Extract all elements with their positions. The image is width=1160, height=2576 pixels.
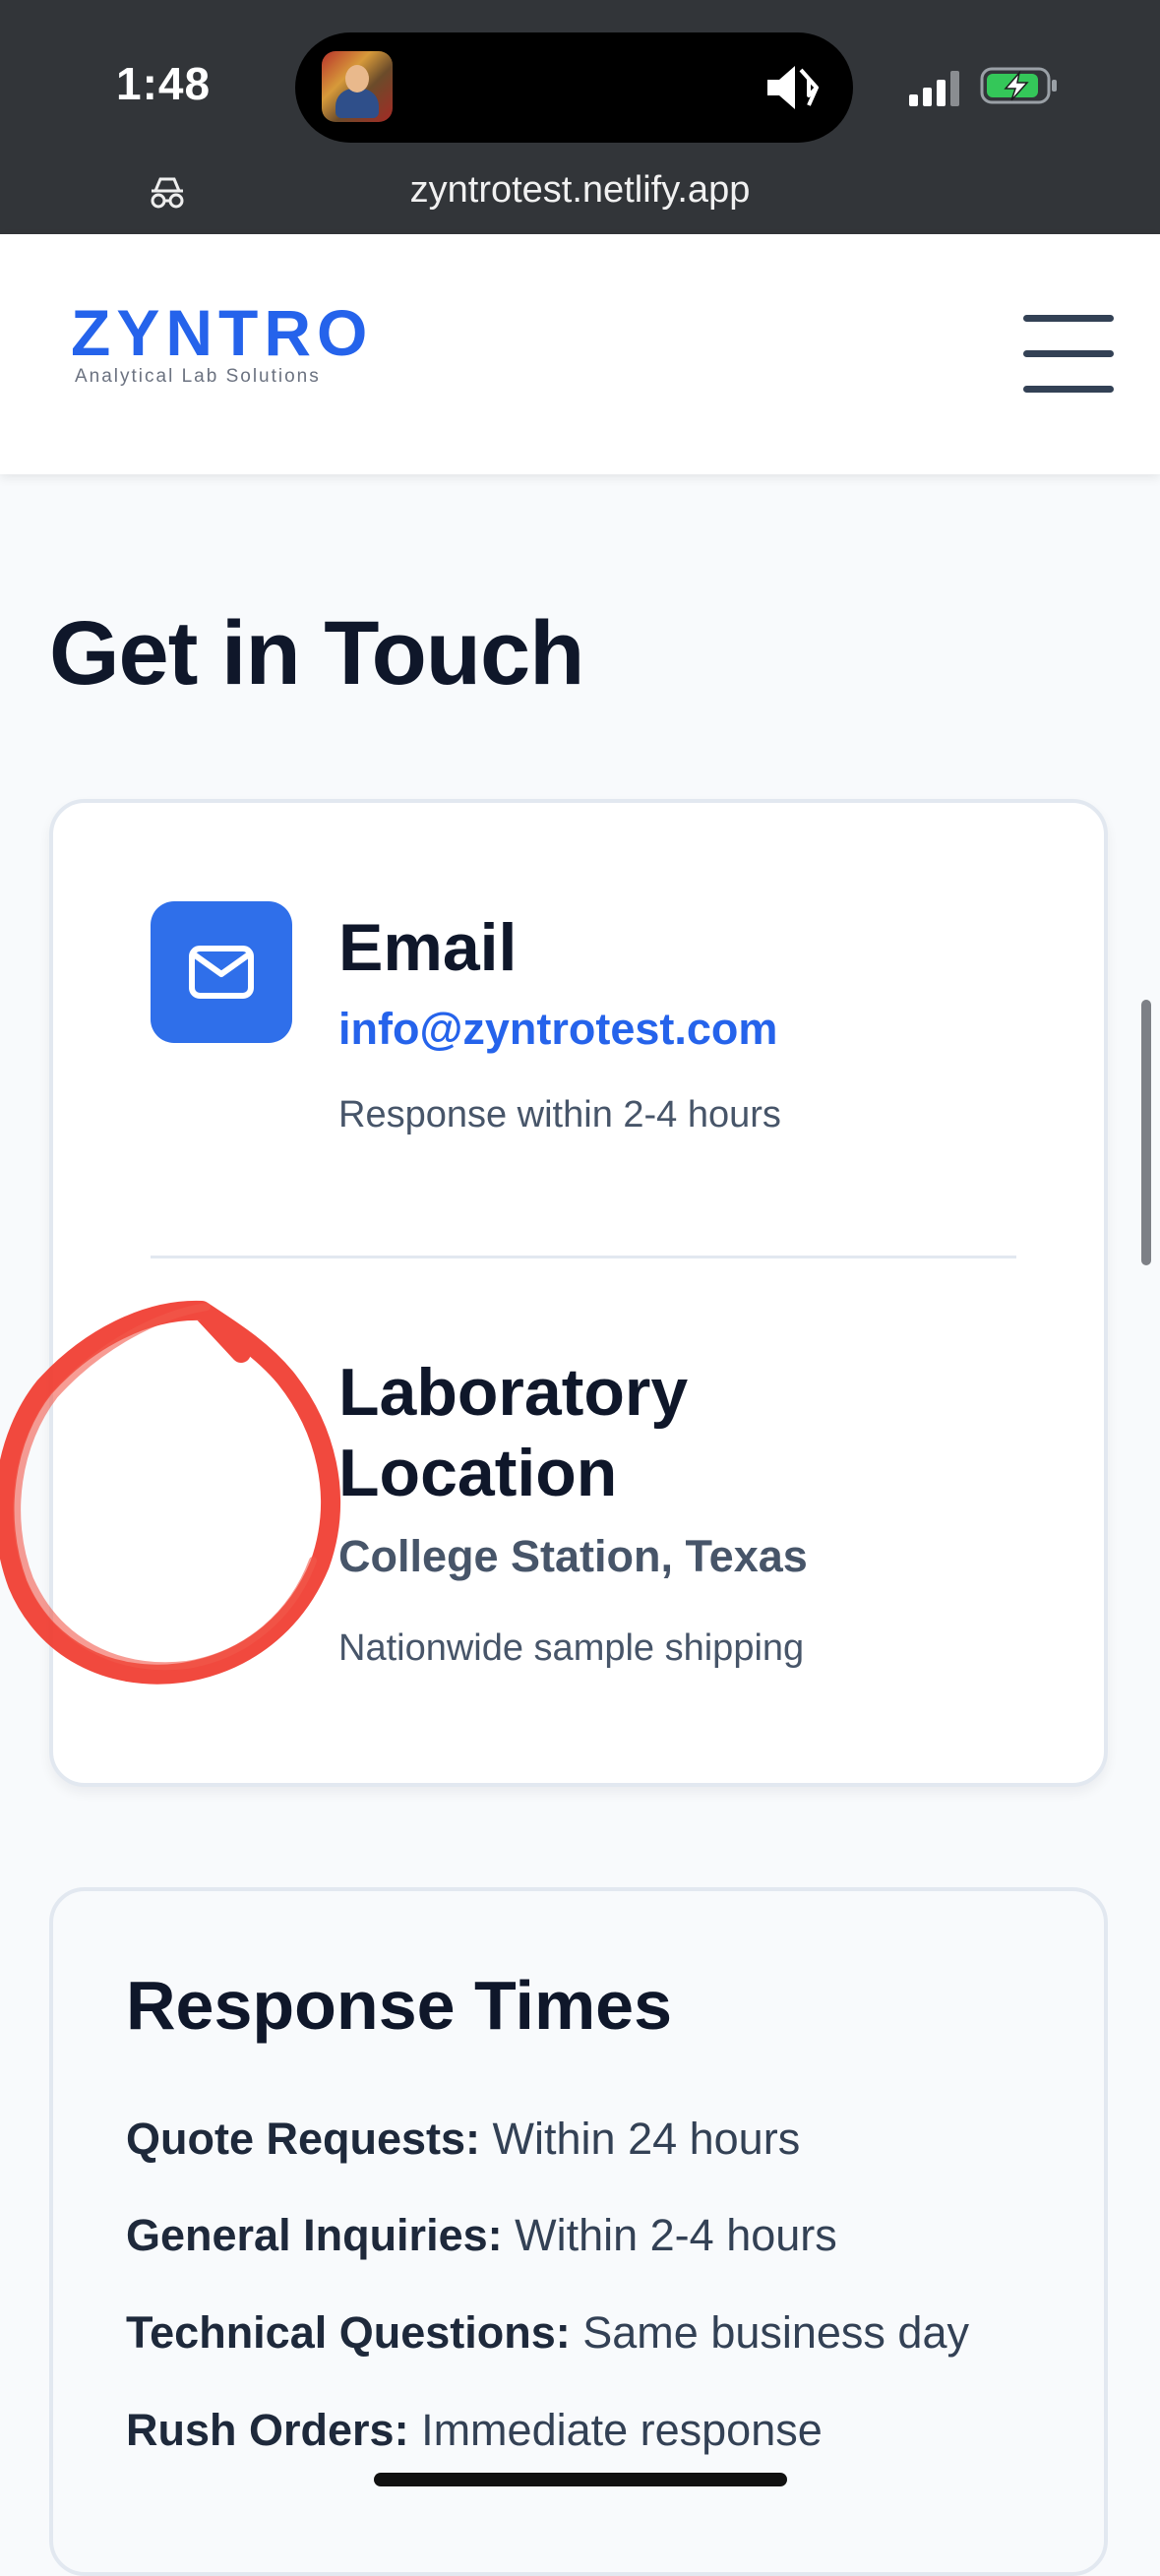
signal-icon xyxy=(909,71,959,106)
scrollbar[interactable] xyxy=(1141,1000,1151,1265)
bluetooth-icon xyxy=(799,68,819,106)
response-times-title: Response Times xyxy=(126,1967,673,2044)
list-item: Technical Questions: Same business day xyxy=(126,2307,969,2358)
list-item: General Inquiries: Within 2-4 hours xyxy=(126,2210,837,2260)
red-circle-annotation xyxy=(0,1300,340,1685)
dynamic-island[interactable] xyxy=(295,32,853,143)
site-header: ZYNTRO Analytical Lab Solutions xyxy=(0,234,1160,474)
email-heading: Email xyxy=(338,910,518,985)
hamburger-menu-icon[interactable] xyxy=(1023,313,1114,396)
list-item: Quote Requests: Within 24 hours xyxy=(126,2114,801,2164)
address-bar-url[interactable]: zyntrotest.netlify.app xyxy=(0,169,1160,212)
speaker-muted-icon xyxy=(767,66,819,109)
status-time: 1:48 xyxy=(116,58,212,109)
page-title: Get in Touch xyxy=(49,603,584,704)
envelope-icon xyxy=(151,901,292,1043)
location-heading-line1: Laboratory xyxy=(338,1355,689,1430)
email-link[interactable]: info@zyntrotest.com xyxy=(338,1004,777,1055)
location-place: College Station, Texas xyxy=(338,1531,808,1581)
battery-charging-icon xyxy=(980,67,1057,104)
home-indicator[interactable] xyxy=(374,2473,787,2486)
divider xyxy=(151,1256,1016,1258)
email-note: Response within 2-4 hours xyxy=(338,1094,781,1135)
site-tagline: Analytical Lab Solutions xyxy=(75,366,321,387)
location-note: Nationwide sample shipping xyxy=(338,1627,805,1669)
status-bar: 1:48 zyntrotest.netlify.app xyxy=(0,0,1160,234)
site-logo[interactable]: ZYNTRO xyxy=(71,295,373,370)
list-item: Rush Orders: Immediate response xyxy=(126,2405,823,2455)
location-heading-line2: Location xyxy=(338,1436,618,1510)
now-playing-art xyxy=(322,51,393,122)
